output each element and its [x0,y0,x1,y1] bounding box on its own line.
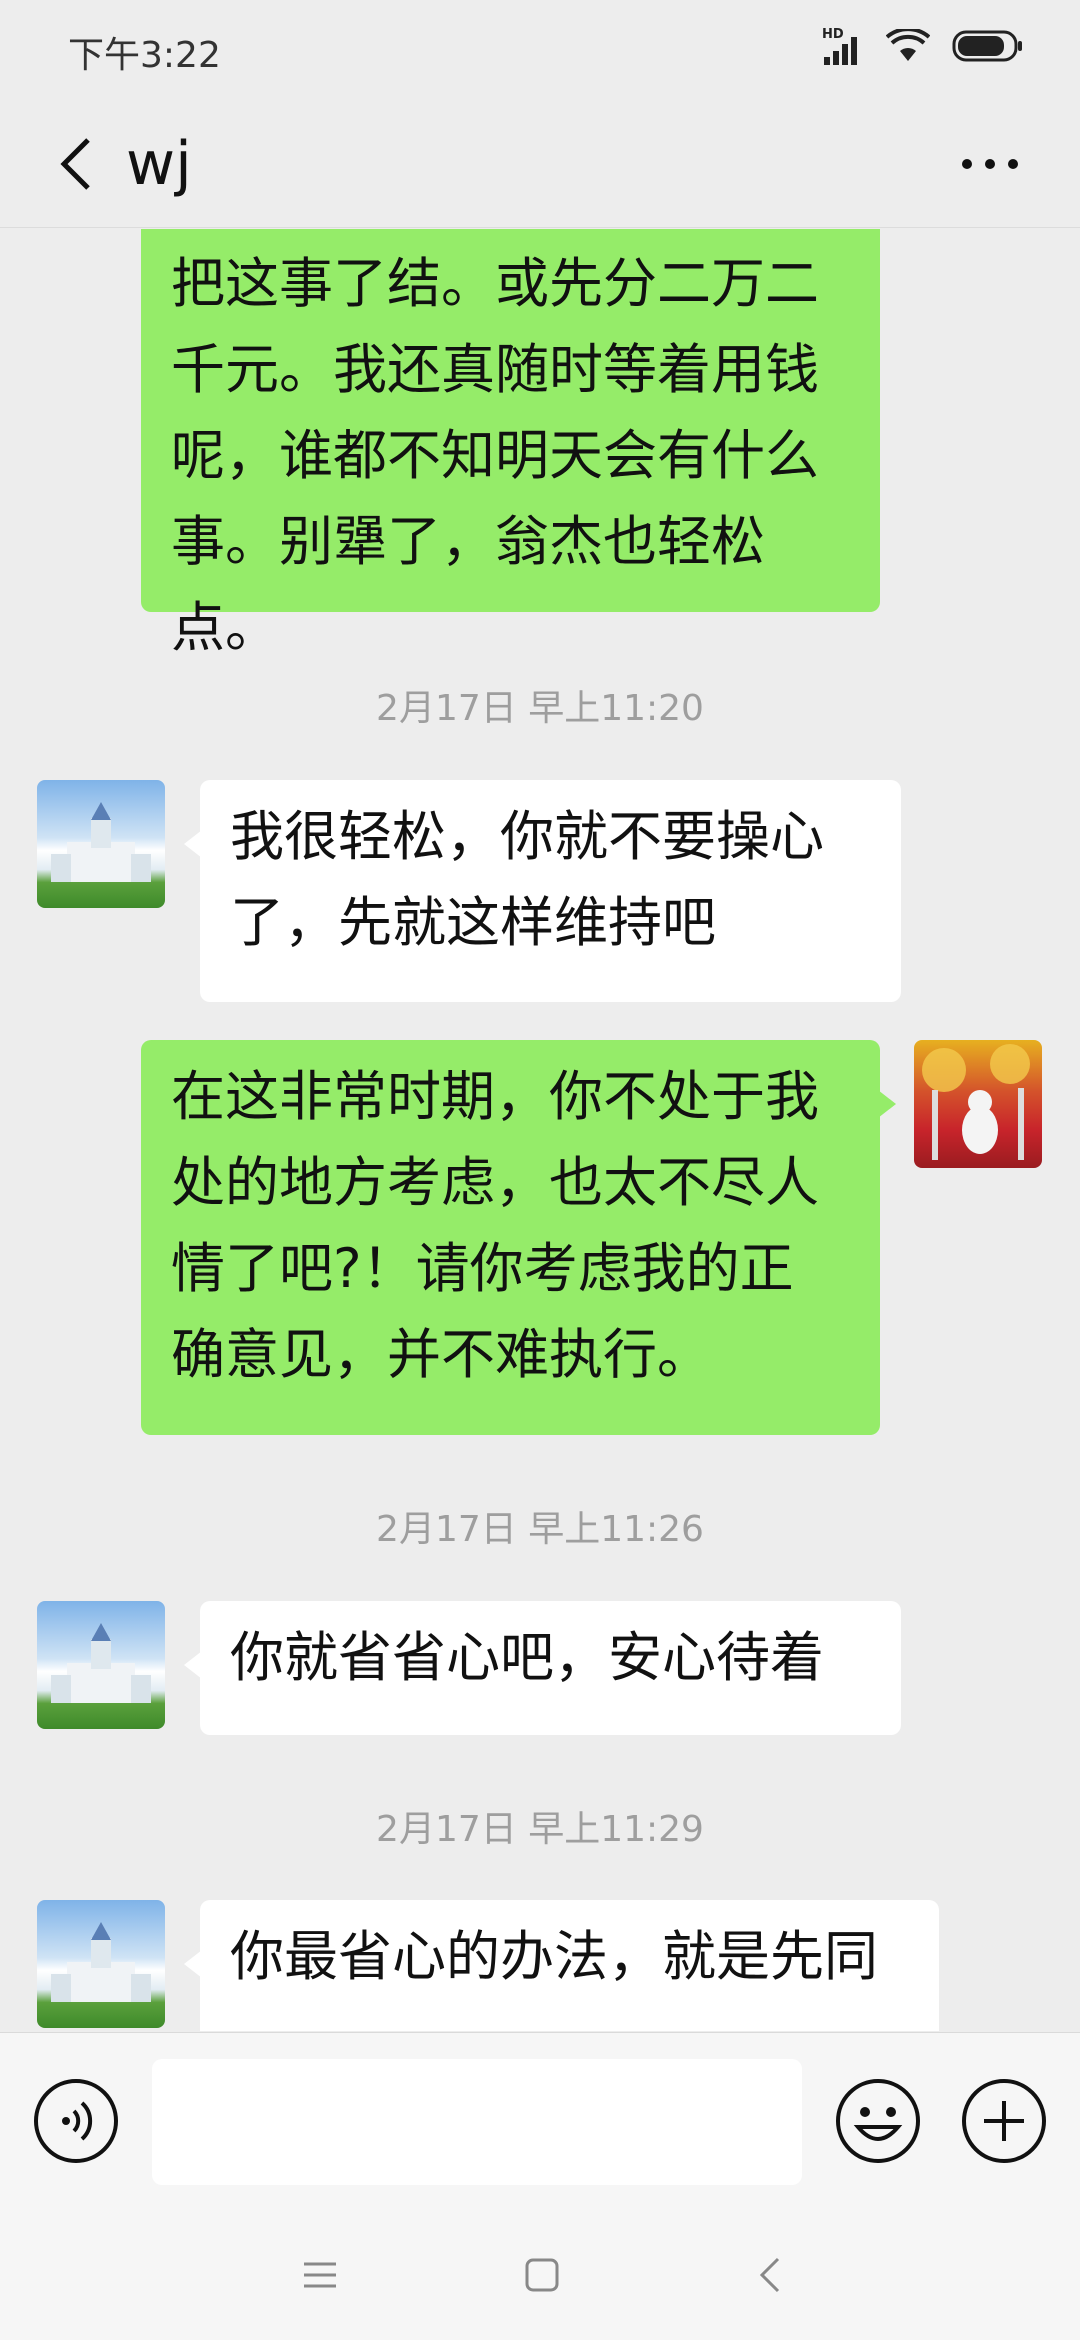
voice-button[interactable] [32,2077,120,2165]
menu-icon [304,2262,336,2288]
message-bubble-sent[interactable]: 在这非常时期，你不处于我 处的地方考虑，也太不尽人 情了吧?！请你考虑我的正 确… [141,1040,896,1435]
message-list[interactable]: 把这事了结。或先分二万二 千元。我还真随时等着用钱 呢，谁都不知明天会有什么 事… [0,229,1080,2031]
status-bar: 下午3:22 HD [0,0,1080,100]
plus-icon [962,2079,1046,2163]
message-line: 在这非常时期，你不处于我 [171,1065,819,1128]
avatar-image [51,1623,151,1703]
message-bubble-received[interactable]: 你就省省心吧，安心待着 [184,1601,901,1735]
message-bubble-sent[interactable]: 把这事了结。或先分二万二 千元。我还真随时等着用钱 呢，谁都不知明天会有什么 事… [141,229,880,659]
message-bubble-received[interactable]: 我很轻松，你就不要操心 了，先就这样维持吧 [184,780,901,1002]
battery-icon [952,29,1024,67]
my-avatar[interactable] [914,1040,1042,1168]
avatar-image [922,1044,1030,1160]
signal-icon: HD [822,27,864,65]
chat-title: wj [126,129,192,199]
message-line: 呢，谁都不知明天会有什么 [171,424,819,487]
chat-header: wj [0,100,1080,228]
avatar[interactable] [37,1900,165,2028]
status-icons: HD [822,27,1024,68]
wifi-icon [885,27,931,67]
emoji-button[interactable] [834,2077,922,2165]
system-nav-bar [0,2210,1080,2340]
timestamp: 2月17日 早上11:26 [376,1509,704,1550]
back-nav-button[interactable] [735,2240,805,2310]
menu-nav-button[interactable] [285,2240,355,2310]
message-line: 我很轻松，你就不要操心 [230,805,824,868]
message-line: 你就省省心吧，安心待着 [230,1626,824,1689]
message-line: 把这事了结。或先分二万二 [171,252,819,315]
message-line: 处的地方考虑，也太不尽人 [171,1151,819,1214]
emoji-icon [836,2079,920,2163]
voice-icon [34,2079,118,2163]
home-icon [525,2258,559,2292]
back-icon [759,2257,780,2293]
more-horizontal-icon [962,159,1018,169]
status-time: 下午3:22 [68,35,221,76]
avatar-image [51,802,151,882]
avatar-image [51,1922,151,2002]
more-button[interactable] [940,120,1040,208]
message-line: 你最省心的办法，就是先同 [230,1925,878,1988]
avatar[interactable] [37,780,165,908]
back-button[interactable] [36,120,116,208]
message-line: 情了吧?！请你考虑我的正 [171,1237,794,1300]
message-line: 事。别犟了，翁杰也轻松点。 [171,510,765,659]
plus-button[interactable] [960,2077,1048,2165]
message-bubble-received[interactable]: 你最省心的办法，就是先同 [184,1900,939,2031]
message-line: 确意见，并不难执行。 [171,1323,711,1386]
timestamp: 2月17日 早上11:29 [376,1809,704,1850]
chevron-left-icon [60,138,90,190]
timestamp: 2月17日 早上11:20 [376,688,704,729]
avatar[interactable] [37,1601,165,1729]
message-line: 千元。我还真随时等着用钱 [171,338,819,401]
input-bar [0,2032,1080,2210]
message-input[interactable] [152,2059,802,2185]
message-line: 了，先就这样维持吧 [230,891,716,954]
home-nav-button[interactable] [507,2240,577,2310]
